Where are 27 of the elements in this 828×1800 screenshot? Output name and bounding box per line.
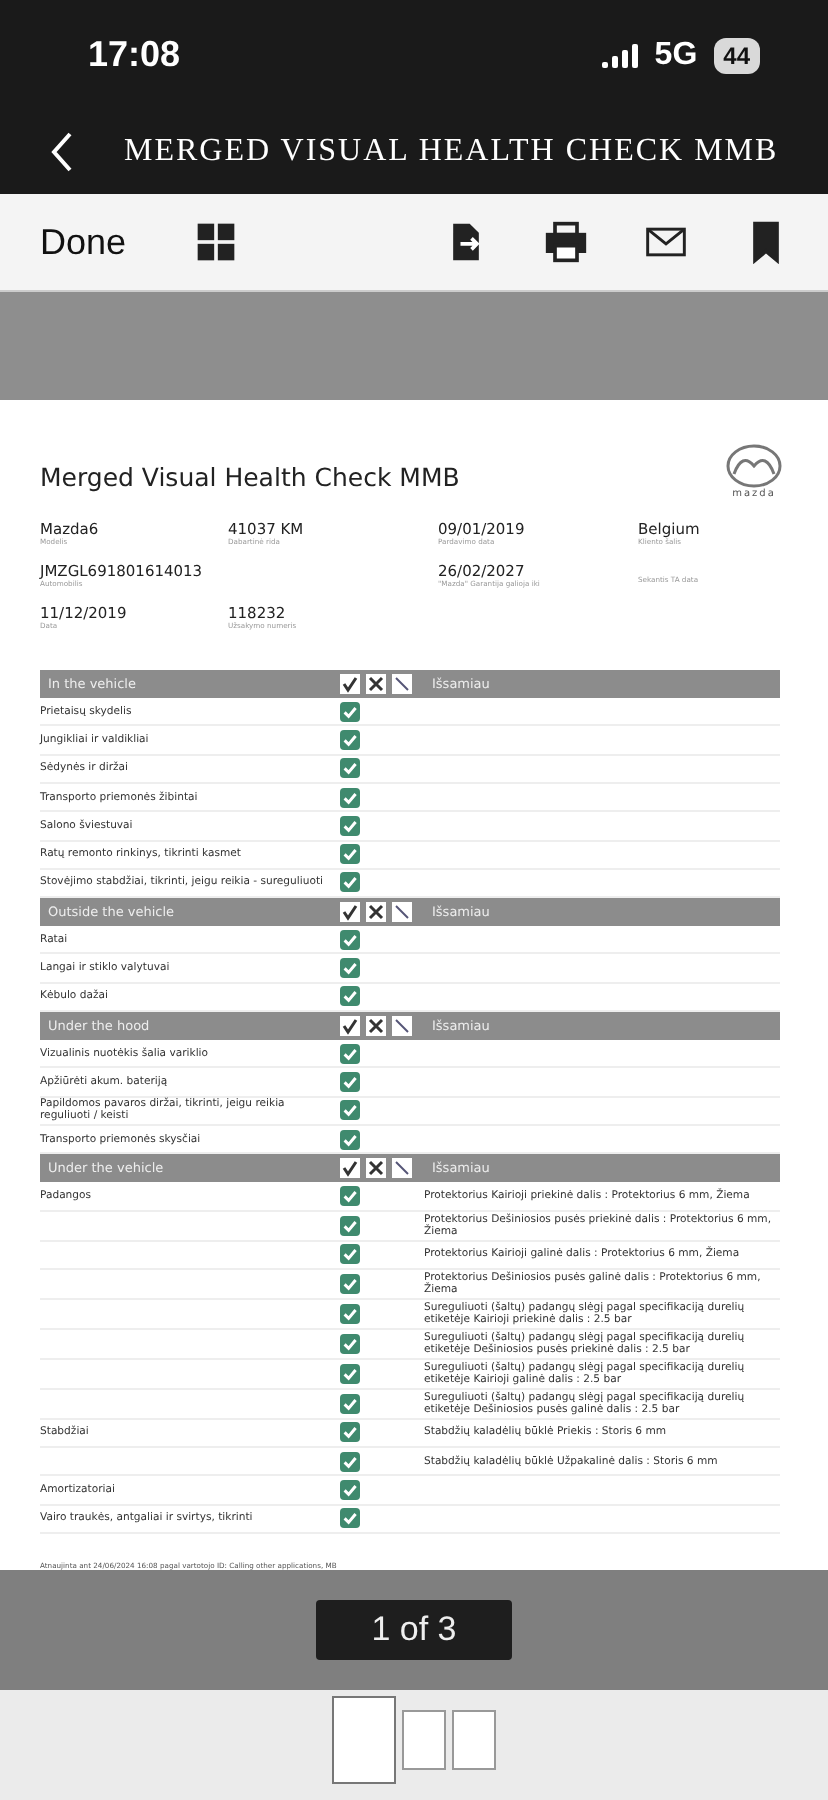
check-icon	[340, 674, 360, 695]
print-icon[interactable]	[544, 220, 588, 265]
battery-level: 44	[713, 37, 760, 74]
network-label: 5G	[654, 37, 698, 74]
done-button[interactable]: Done	[40, 221, 127, 264]
check-icon	[340, 902, 360, 923]
status-time: 17:08	[88, 34, 181, 77]
document-title: Merged Visual Health Check MMB	[40, 462, 460, 493]
check-icon	[340, 1016, 360, 1037]
slash-icon	[392, 1158, 412, 1179]
cross-icon	[366, 674, 386, 695]
back-button[interactable]	[48, 130, 76, 175]
check-icon	[340, 1158, 360, 1179]
slash-icon	[392, 1016, 412, 1037]
slash-icon	[392, 674, 412, 695]
grid-icon[interactable]	[194, 220, 239, 265]
cross-icon	[366, 1158, 386, 1179]
cross-icon	[366, 902, 386, 923]
page-thumbnail[interactable]	[332, 1696, 396, 1784]
page-thumbnail[interactable]	[452, 1710, 496, 1770]
page-thumbnail[interactable]	[402, 1710, 446, 1770]
slash-icon	[392, 902, 412, 923]
cross-icon	[366, 1016, 386, 1037]
emblem-icon	[724, 444, 784, 489]
page-title: MERGED VISUAL HEALTH CHECK MMB	[124, 134, 779, 171]
page-indicator: 1 of 3	[315, 1600, 513, 1660]
signal-icon	[602, 43, 639, 68]
